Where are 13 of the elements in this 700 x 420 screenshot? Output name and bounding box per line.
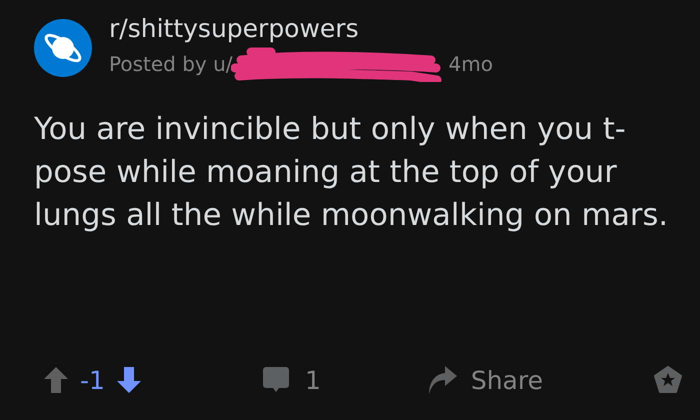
- vote-score: -1: [80, 366, 105, 394]
- upvote-icon[interactable]: [44, 367, 68, 393]
- subreddit-avatar-icon: [34, 19, 92, 77]
- downvote-icon[interactable]: [116, 367, 141, 393]
- byline: Posted by u/: [109, 51, 233, 77]
- comment-icon: [262, 367, 289, 393]
- share-button[interactable]: Share: [426, 366, 543, 394]
- comments-button[interactable]: 1: [262, 366, 321, 394]
- subreddit-name[interactable]: r/shittysuperpowers: [109, 14, 493, 44]
- share-arrow-icon: [426, 366, 457, 394]
- award-icon[interactable]: [654, 366, 682, 394]
- post-title[interactable]: You are invincible but only when you t-pose while moaning at the top of your lungs all the while moonwalking on mars.: [34, 108, 670, 237]
- post-age: 4mo: [448, 51, 493, 77]
